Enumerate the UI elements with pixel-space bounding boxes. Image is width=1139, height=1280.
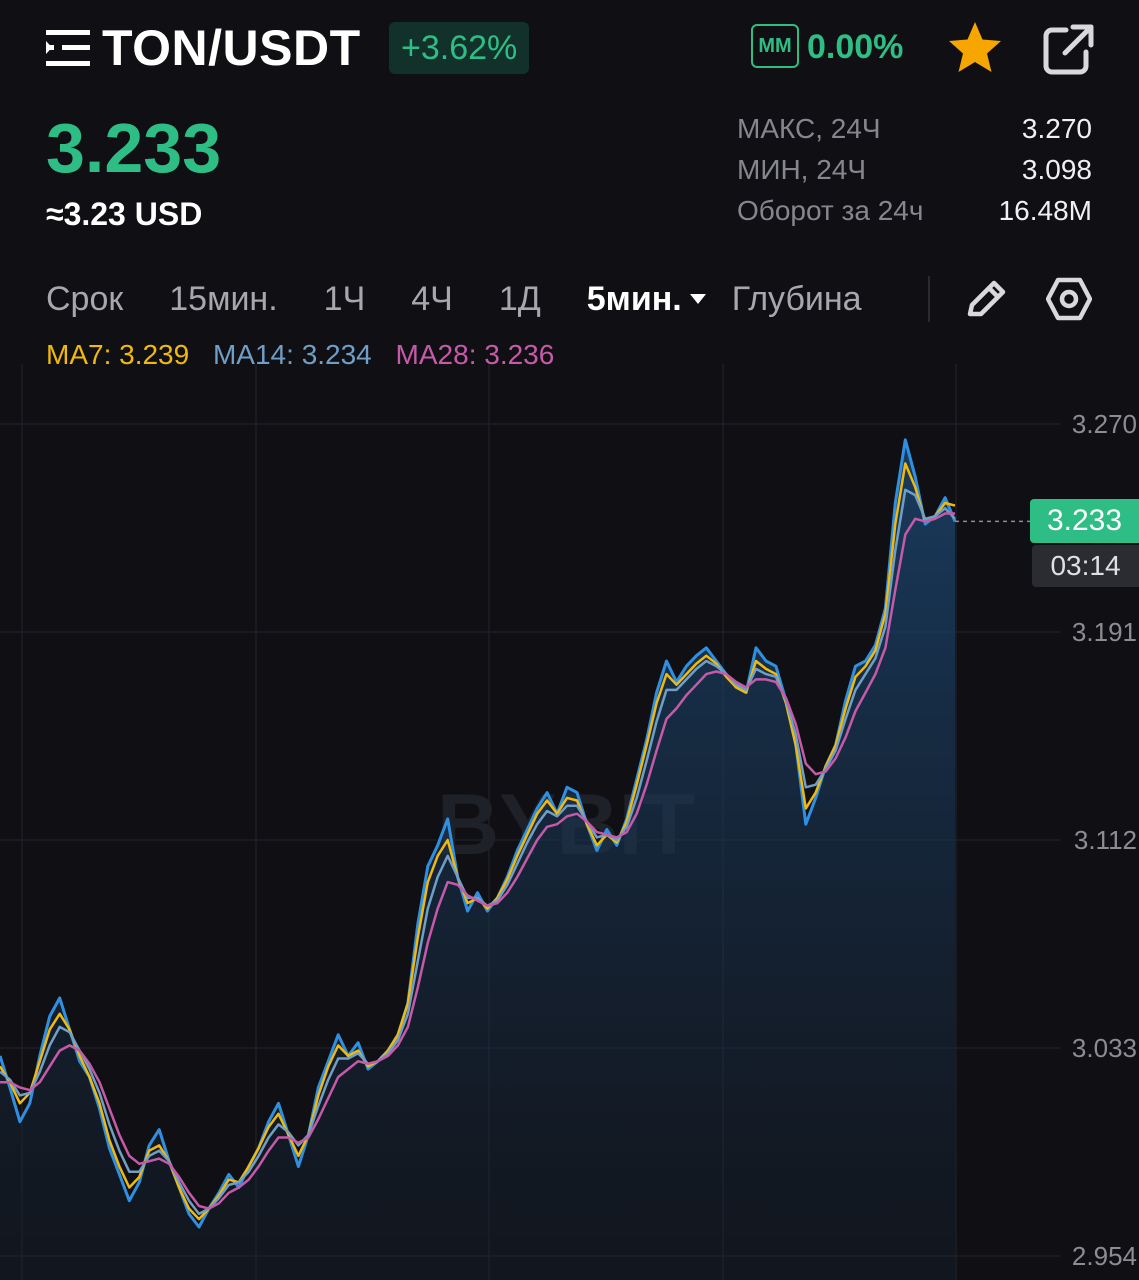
menu-icon[interactable]: [46, 30, 90, 66]
stats-panel: МАКС, 24Ч 3.270 МИН, 24Ч 3.098 Оборот за…: [737, 108, 1092, 231]
external-link-icon[interactable]: [1040, 22, 1096, 76]
stat-label: Оборот за 24ч: [737, 195, 924, 226]
stat-label: МАКС, 24Ч: [737, 113, 881, 144]
candle-countdown: 03:14: [1032, 545, 1139, 587]
stat-high: МАКС, 24Ч 3.270: [737, 108, 1092, 149]
stat-label: МИН, 24Ч: [737, 154, 867, 185]
mm-value[interactable]: 0.00%: [807, 22, 903, 72]
y-tick-label: 3.191: [1072, 617, 1137, 647]
caret-down-icon: [689, 294, 706, 304]
tab-depth[interactable]: Глубина: [732, 274, 862, 324]
y-tick-label: 3.033: [1072, 1033, 1137, 1063]
settings-icon[interactable]: [1045, 276, 1093, 322]
tab-5m-active[interactable]: 5мин.: [587, 274, 706, 324]
y-tick-label: 2.954: [1072, 1241, 1137, 1271]
last-price: 3.233: [46, 109, 222, 187]
pencil-icon[interactable]: [962, 276, 1010, 322]
y-tick-label: 3.270: [1072, 409, 1137, 439]
stat-low: МИН, 24Ч 3.098: [737, 149, 1092, 190]
mm-icon[interactable]: MM: [751, 24, 799, 68]
price-usd: ≈3.23 USD: [46, 196, 203, 232]
pair-title[interactable]: TON/USDT: [102, 18, 361, 78]
y-tick-label: 3.112: [1074, 825, 1137, 855]
change-badge: +3.62%: [389, 22, 530, 74]
price-chart[interactable]: BYBIT 3.2703.1913.1123.0332.954: [0, 364, 1139, 1280]
tab-5m-label: 5мин.: [586, 280, 682, 318]
tab-1d[interactable]: 1Д: [499, 274, 541, 324]
stat-turnover: Оборот за 24ч 16.48M: [737, 190, 1092, 231]
tab-4h[interactable]: 4Ч: [411, 274, 453, 324]
timeframe-tabs: Срок 15мин. 1Ч 4Ч 1Д 5мин. Глубина: [46, 274, 862, 324]
star-icon[interactable]: [945, 20, 1005, 76]
stat-value: 16.48M: [998, 195, 1092, 226]
stat-value: 3.098: [1021, 154, 1092, 185]
stat-value: 3.270: [1021, 113, 1092, 144]
tab-1h[interactable]: 1Ч: [324, 274, 366, 324]
tab-15m[interactable]: 15мин.: [169, 274, 277, 324]
current-price-tag: 3.233: [1030, 499, 1139, 543]
tab-period[interactable]: Срок: [46, 274, 123, 324]
tabs-divider: [928, 276, 930, 322]
